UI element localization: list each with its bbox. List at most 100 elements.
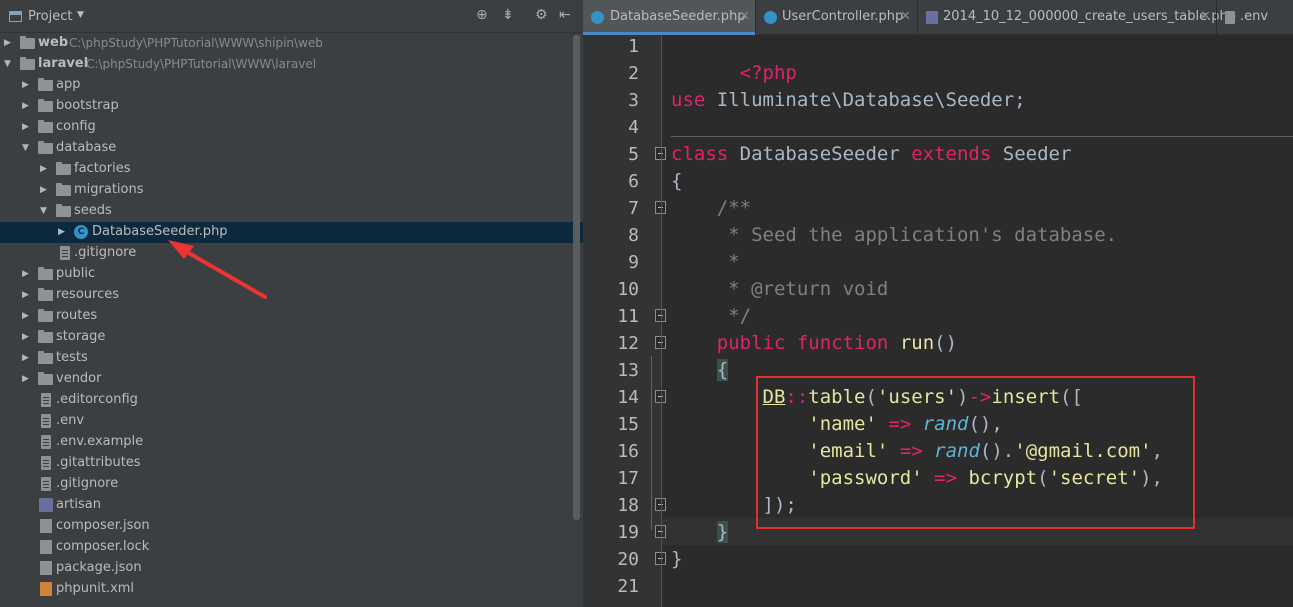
line-number: 3	[628, 90, 639, 111]
code-line-6: {	[671, 168, 682, 195]
tree-item-gitignore-seeds[interactable]: .gitignore	[0, 243, 583, 264]
expand-arrow-icon[interactable]: ▶	[22, 290, 29, 300]
hide-panel-icon[interactable]: ⇤	[559, 7, 571, 23]
tree-item-gitignore[interactable]: .gitignore	[0, 474, 583, 495]
tree-item-web[interactable]: ▶ web C:\phpStudy\PHPTutorial\WWW\shipin…	[0, 33, 583, 54]
close-icon[interactable]: ✕	[1200, 9, 1211, 24]
tab-create-users-table[interactable]: 2014_10_12_000000_create_users_table.php…	[918, 0, 1236, 35]
tree-item-label: public	[56, 266, 96, 281]
line-number: 7	[628, 198, 639, 219]
tab-usercontroller[interactable]: UserController.php ✕	[756, 0, 917, 35]
tree-item-seeds[interactable]: ▼ seeds	[0, 201, 583, 222]
tree-item-label: laravel	[38, 56, 89, 71]
tree-item-migrations[interactable]: ▶ migrations	[0, 180, 583, 201]
tree-item-label: factories	[74, 161, 131, 176]
project-title[interactable]: Project	[28, 9, 72, 24]
tree-item-artisan[interactable]: artisan	[0, 495, 583, 516]
tree-item-factories[interactable]: ▶ factories	[0, 159, 583, 180]
tree-item-path: C:\phpStudy\PHPTutorial\WWW\shipin\web	[69, 36, 323, 50]
tree-item-label: package.json	[56, 560, 142, 575]
tree-item-vendor[interactable]: ▶ vendor	[0, 369, 583, 390]
php-class-icon: C	[74, 225, 88, 239]
folder-icon	[20, 57, 35, 70]
brace: {	[671, 170, 683, 192]
tree-item-composer-lock[interactable]: composer.lock	[0, 537, 583, 558]
tree-item-label: database	[56, 140, 117, 155]
folder-icon	[56, 183, 71, 196]
line-number: 15	[617, 414, 639, 435]
brace: {	[716, 359, 729, 381]
collapse-arrow-icon[interactable]: ▼	[40, 206, 47, 216]
tree-item-label: config	[56, 119, 96, 134]
tree-item-label: composer.json	[56, 518, 150, 533]
code-line-8: * Seed the application's database.	[671, 222, 1117, 249]
expand-arrow-icon[interactable]: ▶	[58, 227, 65, 237]
line-number: 6	[628, 171, 639, 192]
folder-icon	[20, 36, 35, 49]
code-line-1: <?php	[671, 33, 797, 84]
tree-item-tests[interactable]: ▶ tests	[0, 348, 583, 369]
tree-item-routes[interactable]: ▶ routes	[0, 306, 583, 327]
brace: }	[671, 548, 683, 570]
keyword: public	[716, 332, 786, 354]
gear-icon[interactable]: ⚙	[535, 7, 548, 23]
tree-item-database[interactable]: ▼ database	[0, 138, 583, 159]
line-number-gutter: 1 2 3 4 5 6 7 8 9 10 11 12 13 14 15 16 1…	[583, 35, 666, 607]
expand-arrow-icon[interactable]: ▶	[4, 38, 11, 48]
collapse-all-icon[interactable]: ⇟	[502, 7, 514, 23]
tree-item-editorconfig[interactable]: .editorconfig	[0, 390, 583, 411]
tree-item-label: DatabaseSeeder.php	[92, 224, 228, 239]
folder-icon	[38, 141, 53, 154]
line-number: 5	[628, 144, 639, 165]
expand-arrow-icon[interactable]: ▶	[40, 185, 47, 195]
php-class-icon	[764, 11, 777, 24]
collapse-arrow-icon[interactable]: ▼	[4, 59, 11, 69]
tab-env[interactable]: .env	[1217, 0, 1293, 35]
folder-icon	[38, 78, 53, 91]
expand-arrow-icon[interactable]: ▶	[22, 353, 29, 363]
tab-databaseseeder[interactable]: DatabaseSeeder.php ✕	[583, 0, 755, 35]
line-number: 21	[617, 576, 639, 597]
tree-item-package-json[interactable]: package.json	[0, 558, 583, 579]
close-icon[interactable]: ✕	[900, 9, 911, 24]
project-scrollbar[interactable]	[573, 35, 580, 520]
expand-arrow-icon[interactable]: ▶	[22, 80, 29, 90]
expand-arrow-icon[interactable]: ▶	[22, 122, 29, 132]
expand-arrow-icon[interactable]: ▶	[22, 311, 29, 321]
php-file-icon	[39, 498, 53, 512]
code-line-10: * @return void	[671, 276, 888, 303]
tab-label: DatabaseSeeder.php	[610, 9, 746, 24]
tree-item-label: seeds	[74, 203, 112, 218]
tree-item-gitattributes[interactable]: .gitattributes	[0, 453, 583, 474]
tree-item-storage[interactable]: ▶ storage	[0, 327, 583, 348]
expand-arrow-icon[interactable]: ▶	[22, 332, 29, 342]
tree-item-label: .gitignore	[74, 245, 137, 260]
folder-icon	[38, 99, 53, 112]
tree-item-public[interactable]: ▶ public	[0, 264, 583, 285]
collapse-arrow-icon[interactable]: ▼	[22, 143, 29, 153]
text-file-icon	[41, 393, 51, 407]
expand-arrow-icon[interactable]: ▶	[22, 269, 29, 279]
expand-arrow-icon[interactable]: ▶	[22, 374, 29, 384]
comment: * Seed the application's database.	[671, 224, 1118, 246]
tree-item-env-example[interactable]: .env.example	[0, 432, 583, 453]
expand-arrow-icon[interactable]: ▶	[22, 101, 29, 111]
code-line-20: }	[671, 546, 682, 573]
tree-item-env[interactable]: .env	[0, 411, 583, 432]
tree-item-app[interactable]: ▶ app	[0, 75, 583, 96]
line-number: 13	[617, 360, 639, 381]
code-line-13: {	[671, 357, 729, 384]
tree-item-databaseseeder[interactable]: ▶ C DatabaseSeeder.php	[0, 222, 583, 243]
expand-arrow-icon[interactable]: ▶	[40, 164, 47, 174]
chevron-down-icon[interactable]: ▼	[77, 10, 84, 20]
locate-icon[interactable]: ⊕	[476, 7, 488, 23]
tree-item-laravel[interactable]: ▼ laravel C:\phpStudy\PHPTutorial\WWW\la…	[0, 54, 583, 75]
tree-item-resources[interactable]: ▶ resources	[0, 285, 583, 306]
keyword: extends	[911, 143, 992, 165]
php-class-icon	[591, 11, 604, 24]
close-icon[interactable]: ✕	[739, 9, 750, 24]
tree-item-phpunit-xml[interactable]: phpunit.xml	[0, 579, 583, 600]
tree-item-bootstrap[interactable]: ▶ bootstrap	[0, 96, 583, 117]
tree-item-config[interactable]: ▶ config	[0, 117, 583, 138]
tree-item-composer-json[interactable]: composer.json	[0, 516, 583, 537]
